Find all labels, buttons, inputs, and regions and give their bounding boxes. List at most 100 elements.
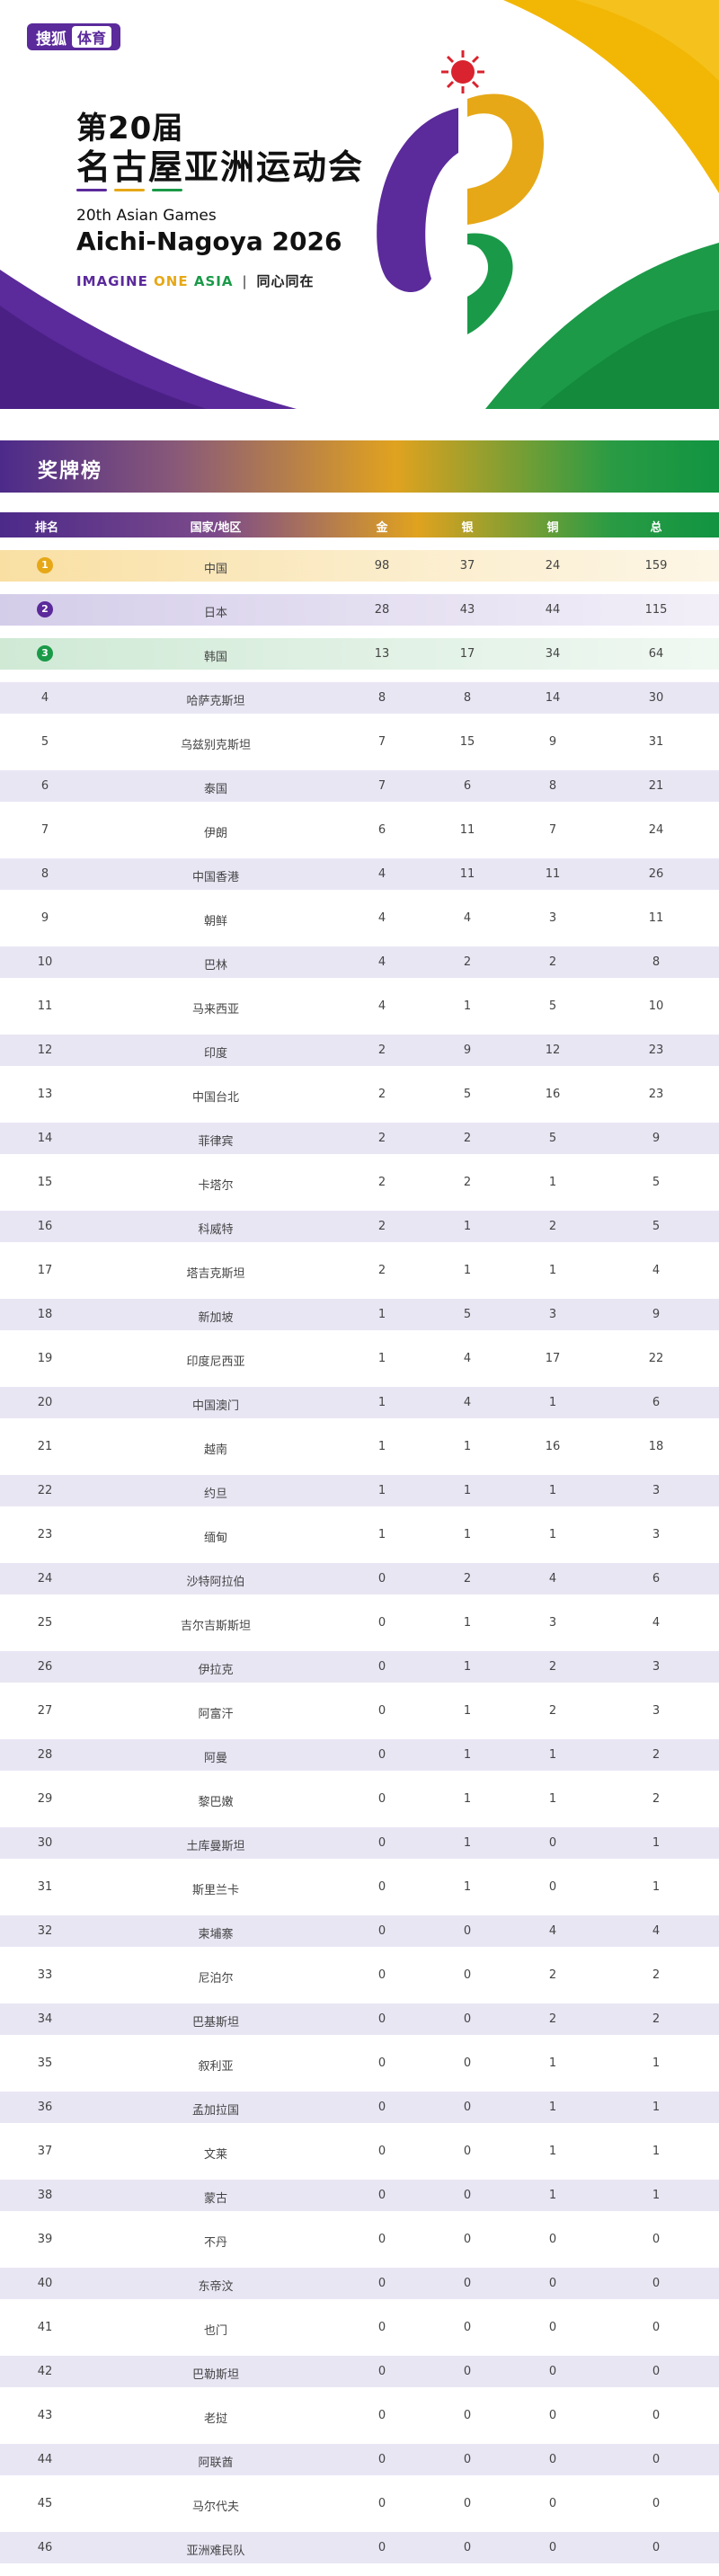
gold-cell: 0 <box>377 1616 386 1630</box>
table-row: 42 巴勒斯坦 0 0 0 0 <box>0 2356 719 2387</box>
total-cell: 9 <box>652 1132 661 1145</box>
total-cell: 0 <box>652 2321 661 2334</box>
bronze-cell: 1 <box>548 2189 557 2202</box>
country-cell: 伊朗 <box>203 827 228 840</box>
gold-cell: 8 <box>377 691 386 705</box>
country-cell: 文莱 <box>203 2148 228 2162</box>
country-cell: 乌兹别克斯坦 <box>180 739 252 752</box>
gold-cell: 0 <box>377 1880 386 1894</box>
gold-cell: 98 <box>374 559 390 573</box>
silver-cell: 2 <box>463 955 472 969</box>
total-cell: 21 <box>648 779 664 793</box>
bronze-cell: 12 <box>545 1044 561 1057</box>
gold-cell: 0 <box>377 1660 386 1674</box>
silver-cell: 0 <box>463 2541 472 2554</box>
rank-cell: 27 <box>37 1704 53 1718</box>
table-row: 3 韩国 13 17 34 64 <box>0 638 719 670</box>
bronze-cell: 16 <box>545 1088 561 1101</box>
country-cell: 卡塔尔 <box>198 1179 234 1193</box>
total-cell: 3 <box>652 1704 661 1718</box>
silver-cell: 0 <box>463 2409 472 2422</box>
bronze-cell: 0 <box>548 2277 557 2290</box>
table-row: 6 泰国 7 6 8 21 <box>0 770 719 802</box>
gold-cell: 0 <box>377 2453 386 2466</box>
gold-cell: 0 <box>377 1748 386 1762</box>
silver-cell: 0 <box>463 2453 472 2466</box>
table-row: 2 日本 28 43 44 115 <box>0 594 719 626</box>
table-row: 45 马尔代夫 0 0 0 0 <box>0 2488 719 2519</box>
table-row: 15 卡塔尔 2 2 1 5 <box>0 1167 719 1198</box>
country-cell: 巴林 <box>203 959 228 973</box>
rank-cell: 12 <box>37 1044 53 1057</box>
bronze-cell: 1 <box>548 1396 557 1409</box>
total-cell: 159 <box>644 559 668 573</box>
bronze-cell: 3 <box>548 1616 557 1630</box>
rank-cell: 10 <box>37 955 53 969</box>
table-row: 43 老挝 0 0 0 0 <box>0 2400 719 2431</box>
rank-cell: 29 <box>37 1792 53 1806</box>
gold-cell: 1 <box>377 1352 386 1365</box>
total-cell: 30 <box>648 691 664 705</box>
header-silver: 银 <box>461 521 474 535</box>
bronze-cell: 8 <box>548 779 557 793</box>
rank-cell: 18 <box>37 1308 53 1321</box>
section-title: 奖牌榜 <box>38 460 103 483</box>
rank-cell: 38 <box>37 2189 53 2202</box>
sohu-sports-logo[interactable]: 搜狐 体育 <box>27 23 121 50</box>
table-row: 32 柬埔寨 0 0 4 4 <box>0 1915 719 1947</box>
country-cell: 土库曼斯坦 <box>186 1840 245 1853</box>
header-country: 国家/地区 <box>190 521 242 535</box>
country-cell: 哈萨克斯坦 <box>186 695 245 708</box>
total-cell: 0 <box>652 2233 661 2246</box>
gold-cell: 2 <box>377 1088 386 1101</box>
country-cell: 尼泊尔 <box>198 1972 234 1985</box>
total-cell: 0 <box>652 2497 661 2510</box>
rank-cell: 9 <box>40 911 49 925</box>
bronze-cell: 1 <box>548 1484 557 1497</box>
total-cell: 3 <box>652 1660 661 1674</box>
rank-cell: 36 <box>37 2101 53 2114</box>
bronze-cell: 17 <box>545 1352 561 1365</box>
rank-cell: 17 <box>37 1264 53 1277</box>
rank-medal-icon: 1 <box>37 557 53 573</box>
country-cell: 吉尔吉斯斯坦 <box>180 1620 252 1633</box>
silver-cell: 4 <box>463 1396 472 1409</box>
rank-cell: 40 <box>37 2277 53 2290</box>
country-cell: 马尔代夫 <box>191 2500 240 2514</box>
bronze-cell: 9 <box>548 735 557 749</box>
table-row: 4 哈萨克斯坦 8 8 14 30 <box>0 682 719 714</box>
table-row: 39 不丹 0 0 0 0 <box>0 2224 719 2255</box>
country-cell: 韩国 <box>203 651 228 664</box>
bronze-cell: 0 <box>548 2453 557 2466</box>
gold-cell: 0 <box>377 2145 386 2158</box>
silver-cell: 2 <box>463 1572 472 1586</box>
bronze-cell: 0 <box>548 2365 557 2378</box>
silver-cell: 8 <box>463 691 472 705</box>
country-cell: 叙利亚 <box>198 2060 234 2074</box>
gold-cell: 4 <box>377 911 386 925</box>
slogan-chinese: 同心同在 <box>256 273 315 289</box>
country-cell: 中国 <box>203 563 228 576</box>
logo-green-shape <box>467 233 513 334</box>
gold-cell: 1 <box>377 1396 386 1409</box>
bronze-cell: 24 <box>545 559 561 573</box>
gold-cell: 0 <box>377 1968 386 1982</box>
silver-cell: 1 <box>463 1748 472 1762</box>
rank-cell: 14 <box>37 1132 53 1145</box>
table-row: 24 沙特阿拉伯 0 2 4 6 <box>0 1563 719 1594</box>
silver-cell: 1 <box>463 1792 472 1806</box>
country-cell: 斯里兰卡 <box>191 1884 240 1897</box>
table-row: 14 菲律宾 2 2 5 9 <box>0 1123 719 1154</box>
table-row: 21 越南 1 1 16 18 <box>0 1431 719 1462</box>
games-english-subtitle: 20th Asian Games <box>76 207 217 225</box>
table-row: 35 叙利亚 0 0 1 1 <box>0 2047 719 2079</box>
bronze-cell: 1 <box>548 2056 557 2070</box>
bronze-cell: 5 <box>548 1132 557 1145</box>
table-row: 46 亚洲难民队 0 0 0 0 <box>0 2532 719 2563</box>
table-row: 9 朝鲜 4 4 3 11 <box>0 902 719 934</box>
total-cell: 18 <box>648 1440 664 1453</box>
silver-cell: 0 <box>463 1968 472 1982</box>
country-cell: 亚洲难民队 <box>186 2545 245 2558</box>
silver-cell: 0 <box>463 2056 472 2070</box>
table-row: 13 中国台北 2 5 16 23 <box>0 1079 719 1110</box>
